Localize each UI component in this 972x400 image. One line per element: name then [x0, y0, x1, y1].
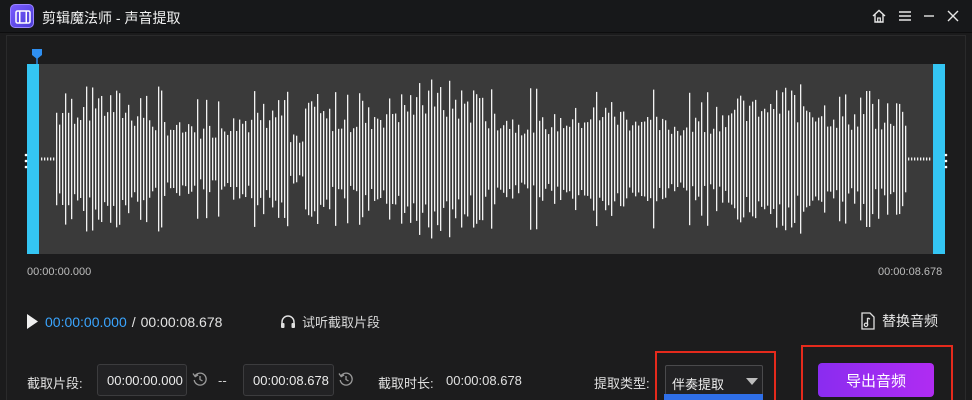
app-logo-icon: [10, 4, 34, 28]
time-separator: /: [131, 314, 136, 330]
timeline-end-time: 00:00:08.678: [878, 266, 943, 278]
grip-dots-icon: [24, 153, 28, 169]
window-title: 剪辑魔法师 - 声音提取: [42, 8, 180, 28]
clip-start-input[interactable]: 00:00:00.000: [97, 364, 187, 396]
waveform-area[interactable]: [24, 64, 948, 254]
duration-label: 截取时长:: [378, 376, 434, 391]
title-separator: -: [112, 10, 125, 26]
timeline-start-time: 00:00:00.000: [27, 266, 92, 278]
reset-end-icon[interactable]: [338, 371, 354, 387]
home-icon[interactable]: [869, 6, 889, 26]
close-icon[interactable]: [943, 6, 963, 26]
export-audio-button[interactable]: 导出音频: [818, 363, 934, 397]
music-file-icon: [861, 312, 875, 330]
replace-audio-label: 替换音频: [882, 313, 938, 329]
range-dash: --: [218, 373, 227, 388]
preview-clip-button[interactable]: 试听截取片段: [280, 312, 380, 331]
preview-clip-label: 试听截取片段: [302, 315, 381, 330]
headphones-icon: [281, 315, 295, 328]
replace-audio-button[interactable]: 替换音频: [860, 311, 938, 331]
app-name: 剪辑魔法师: [42, 10, 112, 26]
total-time: 00:00:08.678: [140, 314, 223, 330]
clip-end-input[interactable]: 00:00:08.678: [243, 364, 334, 396]
duration-value: 00:00:08.678: [446, 373, 522, 388]
playhead-marker[interactable]: [31, 49, 43, 65]
playback-time: 00:00:00.000 / 00:00:08.678: [45, 313, 222, 331]
play-icon[interactable]: [24, 312, 40, 330]
hamburger-menu-icon[interactable]: [895, 6, 915, 26]
grip-dots-icon: [944, 153, 948, 169]
extract-type-value: 伴奏提取: [672, 377, 725, 392]
page-name: 声音提取: [124, 10, 181, 26]
dropdown-menu-highlight[interactable]: [664, 394, 763, 400]
start-trim-handle[interactable]: [24, 64, 39, 254]
reset-start-icon[interactable]: [192, 371, 208, 387]
minimize-icon[interactable]: [919, 6, 939, 26]
end-trim-handle[interactable]: [933, 64, 948, 254]
segment-label: 截取片段:: [27, 376, 83, 391]
current-time: 00:00:00.000: [45, 314, 127, 330]
extract-type-select[interactable]: 伴奏提取: [665, 365, 763, 397]
extract-type-label: 提取类型:: [594, 376, 650, 391]
chevron-down-icon: [746, 378, 758, 385]
audio-waveform: [41, 79, 931, 239]
title-bar: 剪辑魔法师 - 声音提取: [0, 0, 972, 33]
